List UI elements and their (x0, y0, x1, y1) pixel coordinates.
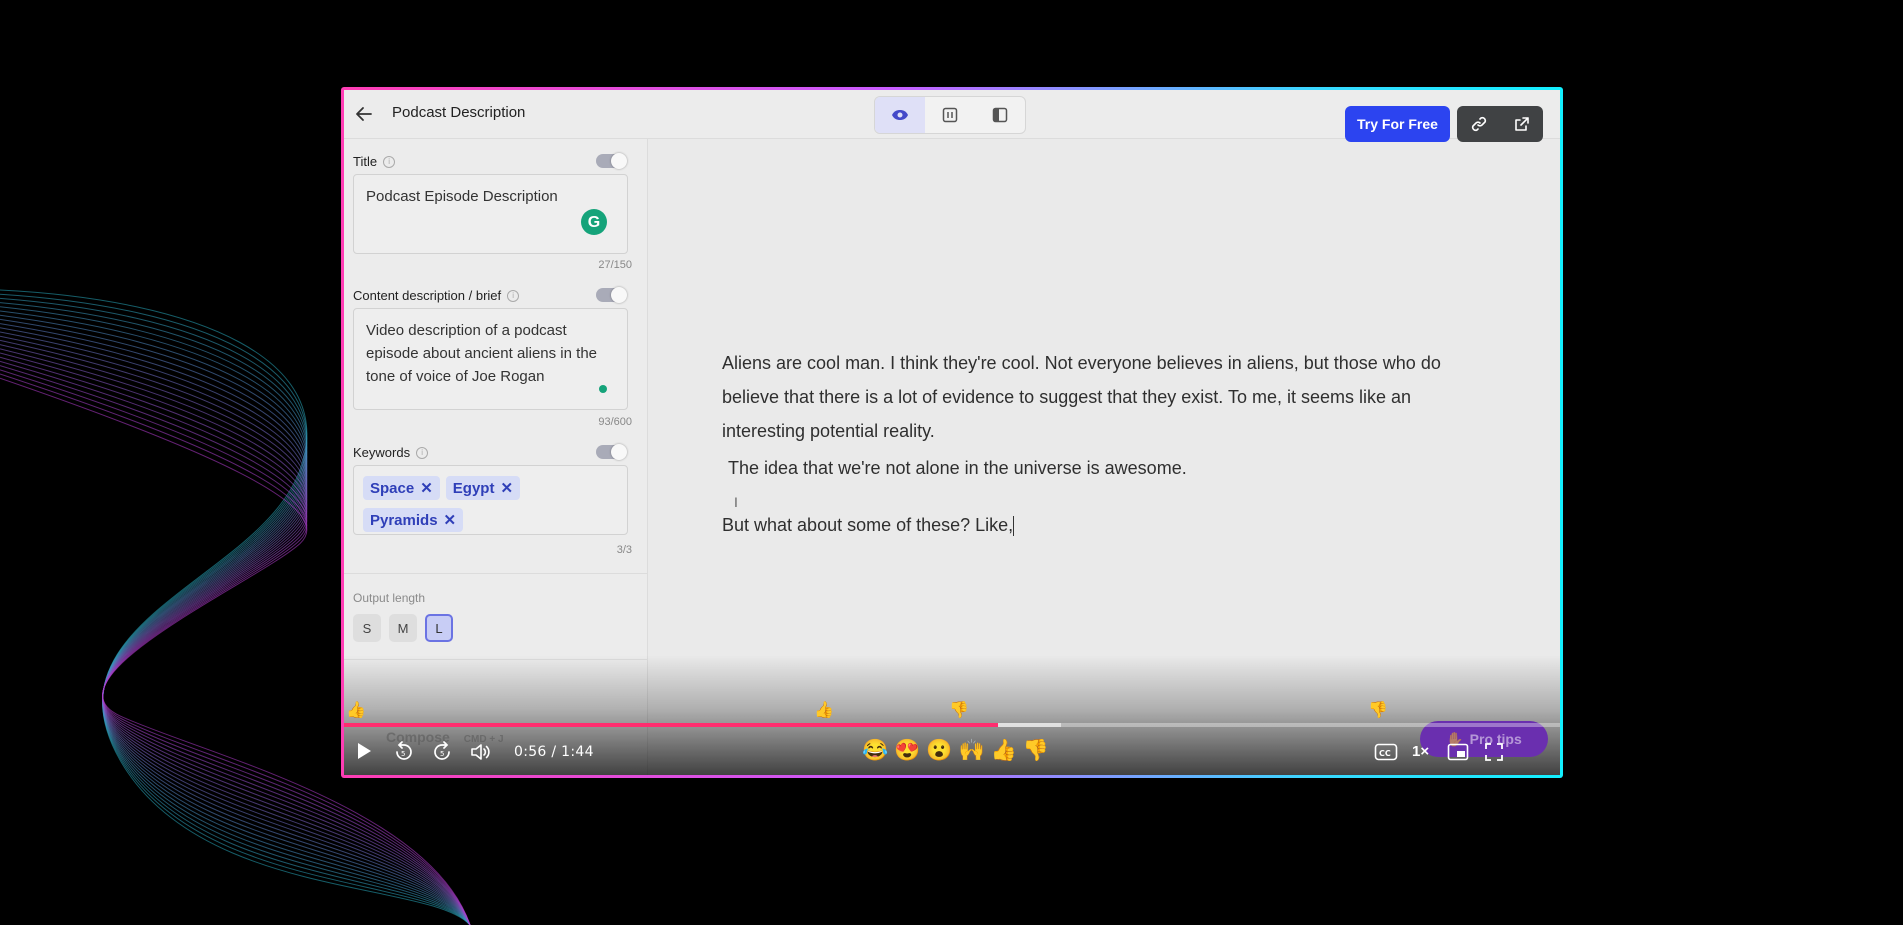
keywords-toggle[interactable] (596, 444, 627, 460)
title-input-value: Podcast Episode Description (366, 188, 558, 205)
keyword-chip[interactable]: Pyramids ✕ (363, 508, 464, 532)
svg-text:5: 5 (440, 750, 444, 758)
keywords-label-text: Keywords (353, 445, 411, 460)
text-caret (1013, 516, 1015, 537)
chip-label: Pyramids (370, 511, 438, 529)
size-option-l[interactable]: L (425, 614, 453, 642)
remove-chip-icon[interactable]: ✕ (444, 511, 457, 529)
keyword-chip[interactable]: Space ✕ (363, 476, 440, 500)
back-arrow-icon[interactable] (352, 102, 376, 126)
info-icon[interactable]: i (383, 155, 396, 168)
forward-5-icon[interactable]: 5 (431, 741, 453, 763)
chip-label: Egypt (452, 479, 495, 497)
rewind-5-icon[interactable]: 5 (393, 741, 415, 763)
picture-in-picture-icon[interactable] (1447, 743, 1469, 761)
page-title: Podcast Description (392, 104, 526, 121)
laugh-reaction-icon[interactable]: 😂 (862, 739, 888, 763)
video-frame: Podcast Description Try For Free Title i… (341, 87, 1563, 778)
grammarly-status-dot (599, 385, 607, 393)
fullscreen-icon[interactable] (1485, 743, 1503, 761)
output-length-label: Output length (353, 591, 426, 605)
thumbs-down-reaction-icon[interactable]: 👎 (1023, 739, 1049, 763)
remove-chip-icon[interactable]: ✕ (420, 479, 433, 497)
thumbs-up-marker: 👍 (346, 702, 366, 719)
thumbs-down-marker: 👎 (949, 702, 969, 719)
info-icon[interactable]: i (507, 289, 520, 302)
preview-eye-icon[interactable] (875, 97, 925, 133)
brief-textarea[interactable]: Video description of a podcast episode a… (353, 308, 628, 410)
title-char-counter: 27/150 (598, 259, 632, 271)
keyword-chip[interactable]: Egypt ✕ (445, 476, 521, 500)
played-bar (344, 723, 999, 727)
thumbs-up-marker: 👍 (814, 702, 834, 719)
brief-textarea-value: Video description of a podcast episode a… (366, 322, 598, 385)
brief-toggle[interactable] (596, 287, 627, 303)
share-button-group (1457, 106, 1543, 142)
brief-label-text: Content description / brief (353, 288, 502, 303)
playback-speed-button[interactable]: 1× (1412, 743, 1429, 760)
generated-document[interactable]: Aliens are cool man. I think they're coo… (722, 346, 1482, 537)
raised-hands-reaction-icon[interactable]: 🙌 (958, 739, 984, 763)
app-window: Podcast Description Try For Free Title i… (344, 90, 1560, 775)
time-display: 0:56 / 1:44 (514, 744, 594, 760)
brief-char-counter: 93/600 (598, 416, 632, 428)
surprised-reaction-icon[interactable]: 😮 (926, 739, 952, 763)
title-label-text: Title (353, 154, 378, 169)
title-toggle[interactable] (596, 153, 627, 169)
open-external-icon[interactable] (1514, 116, 1530, 132)
brief-field-label: Content description / brief i (353, 288, 520, 303)
try-for-free-button[interactable]: Try For Free (1345, 106, 1450, 142)
thumbs-up-reaction-icon[interactable]: 👍 (991, 739, 1017, 763)
active-paragraph-text: But what about some of these? Like, (722, 515, 1014, 535)
document-paragraph: The idea that we're not alone in the uni… (728, 458, 1187, 478)
heart-eyes-reaction-icon[interactable]: 😍 (894, 739, 920, 763)
thumbs-down-marker: 👎 (1368, 702, 1388, 719)
play-icon[interactable] (356, 742, 372, 760)
document-paragraph: Aliens are cool man. I think they're coo… (722, 353, 1441, 441)
keywords-field-label: Keywords i (353, 445, 429, 460)
sidebar-panel-icon[interactable] (975, 97, 1025, 133)
reaction-bar: 😂 😍 😮 🙌 👍 👎 (862, 739, 1049, 763)
player-controls: 5 5 0:56 / 1:44 😂 😍 😮 🙌 👍 👎 CC 1× (344, 731, 1560, 775)
keywords-input[interactable]: Space ✕ Egypt ✕ Pyramids ✕ (353, 465, 628, 535)
title-field-label: Title i (353, 154, 396, 169)
document-paragraph-active: But what about some of these? Like, (722, 515, 1015, 537)
output-length-options: S M L (353, 614, 453, 642)
info-icon[interactable]: i (416, 446, 429, 459)
remove-chip-icon[interactable]: ✕ (500, 479, 513, 497)
svg-text:5: 5 (401, 750, 405, 758)
keywords-counter: 3/3 (616, 544, 632, 556)
size-option-m[interactable]: M (389, 614, 417, 642)
text-cursor-icon: I (734, 494, 738, 510)
title-input[interactable]: Podcast Episode Description G (353, 174, 628, 254)
volume-icon[interactable] (470, 742, 492, 762)
columns-view-icon[interactable] (925, 97, 975, 133)
captions-icon[interactable]: CC (1374, 743, 1398, 761)
size-option-s[interactable]: S (353, 614, 381, 642)
chip-label: Space (370, 479, 415, 497)
svg-text:CC: CC (1379, 749, 1391, 758)
view-mode-toggle (874, 96, 1026, 134)
grammarly-icon[interactable]: G (581, 209, 607, 235)
top-bar: Podcast Description Try For Free (344, 90, 1560, 142)
copy-link-icon[interactable] (1471, 116, 1487, 132)
video-progress-bar[interactable] (344, 723, 1560, 727)
section-divider (344, 573, 647, 574)
